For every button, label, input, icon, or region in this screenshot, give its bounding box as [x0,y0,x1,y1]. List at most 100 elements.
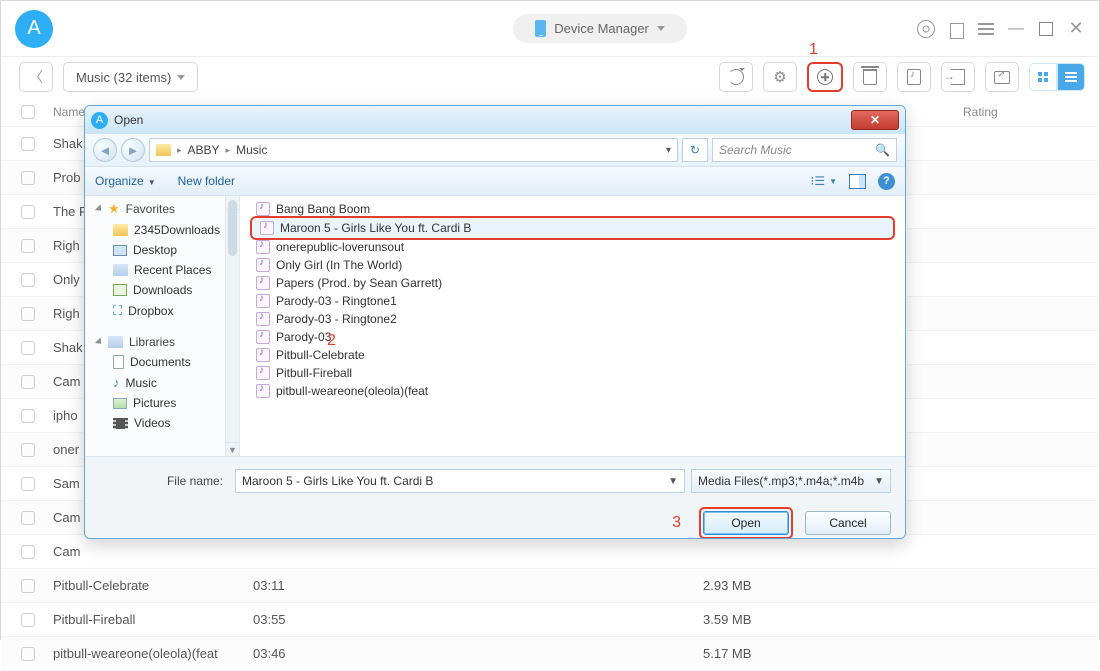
theme-icon[interactable] [947,20,965,38]
file-item[interactable]: Pitbull-Fireball [252,364,893,382]
table-row[interactable]: Pitbull-Celebrate03:112.93 MB [1,569,1099,603]
row-checkbox[interactable] [21,613,35,627]
table-row[interactable]: Cam [1,535,1099,569]
help-button[interactable]: ? [878,173,895,190]
search-input[interactable]: Search Music 🔍 [712,138,897,162]
row-checkbox[interactable] [21,443,35,457]
target-icon[interactable] [917,20,935,38]
export-button[interactable] [941,62,975,92]
delete-button[interactable] [853,62,887,92]
row-checkbox[interactable] [21,137,35,151]
address-refresh-button[interactable]: ↻ [682,138,708,162]
row-checkbox[interactable] [21,545,35,559]
maximize-button[interactable] [1037,20,1055,38]
row-time: 03:55 [253,612,363,627]
settings-button[interactable]: ⚙ [763,62,797,92]
grid-view-button[interactable] [1029,63,1057,91]
row-checkbox[interactable] [21,511,35,525]
file-name: pitbull-weareone(oleola)(feat [276,384,428,398]
sidebar-libraries-header[interactable]: Libraries [85,330,239,352]
organize-menu[interactable]: Organize▼ [95,174,156,188]
dialog-close-button[interactable]: ✕ [851,110,899,130]
menu-icon[interactable] [977,20,995,38]
sidebar-item-dropbox[interactable]: ⛶Dropbox [85,300,239,322]
breadcrumb-separator-icon: ▸ [177,145,182,156]
chevron-down-icon [177,75,185,80]
row-checkbox[interactable] [21,307,35,321]
audio-file-icon [256,330,270,344]
sidebar-scrollbar[interactable]: ▲▼ [225,196,239,456]
file-item[interactable]: Only Girl (In The World) [252,256,893,274]
breadcrumb-label: Music (32 items) [76,70,171,85]
document-icon [113,355,124,369]
open-button[interactable]: Open [703,511,789,535]
file-item[interactable]: Parody-03 - Ringtone2 [252,310,893,328]
back-button[interactable]: 〈 [19,62,53,92]
file-list: Bang Bang Boom Maroon 5 - Girls Like You … [240,196,905,456]
file-item[interactable]: Bang Bang Boom [252,200,893,218]
sidebar-item-2345downloads[interactable]: 2345Downloads [85,220,239,240]
row-checkbox[interactable] [21,375,35,389]
file-name: Papers (Prod. by Sean Garrett) [276,276,442,290]
file-item[interactable]: Papers (Prod. by Sean Garrett) [252,274,893,292]
row-checkbox[interactable] [21,205,35,219]
sidebar-item-music[interactable]: ♪Music [85,372,239,393]
file-item[interactable]: Maroon 5 - Girls Like You ft. Cardi B [252,218,893,238]
row-checkbox[interactable] [21,341,35,355]
device-label: Device Manager [554,21,649,36]
row-checkbox[interactable] [21,171,35,185]
row-checkbox[interactable] [21,273,35,287]
view-mode-button[interactable]: ⁝☰ ▼ [811,174,838,188]
path-seg-2[interactable]: Music [236,143,267,157]
address-dropdown-icon[interactable]: ▾ [666,145,671,156]
table-row[interactable]: Pitbull-Fireball03:553.59 MB [1,603,1099,637]
app-close-button[interactable]: ✕ [1067,20,1085,38]
file-item[interactable]: onerepublic-loverunsout [252,238,893,256]
refresh-icon [728,69,744,85]
filename-dropdown-icon[interactable]: ▼ [668,476,678,487]
music-button[interactable] [897,62,931,92]
sidebar-item-downloads[interactable]: Downloads [85,280,239,300]
sidebar-item-pictures[interactable]: Pictures [85,393,239,413]
path-seg-1[interactable]: ABBY [188,143,220,157]
nav-forward-button[interactable]: ► [121,138,145,162]
file-item[interactable]: Pitbull-Celebrate [252,346,893,364]
minimize-button[interactable]: — [1007,20,1025,38]
nav-back-button[interactable]: ◄ [93,138,117,162]
music-note-icon [907,69,921,85]
breadcrumb-dropdown[interactable]: Music (32 items) [63,62,198,92]
sidebar-favorites-header[interactable]: ★Favorites [85,196,239,220]
file-item[interactable]: Parody-03 - Ringtone1 [252,292,893,310]
row-checkbox[interactable] [21,647,35,661]
refresh-button[interactable] [719,62,753,92]
audio-file-icon [256,312,270,326]
row-checkbox[interactable] [21,409,35,423]
sidebar-item-desktop[interactable]: Desktop [85,240,239,260]
file-item[interactable]: Parody-03 [252,328,893,346]
sidebar-item-documents[interactable]: Documents [85,352,239,372]
col-rating[interactable]: Rating [963,105,1089,119]
file-filter-select[interactable]: Media Files(*.mp3;*.m4a;*.m4b ▼ [691,469,891,493]
sidebar-item-recent-places[interactable]: Recent Places [85,260,239,280]
dialog-title-bar[interactable]: A Open ✕ [85,106,905,134]
row-checkbox[interactable] [21,579,35,593]
row-name: Cam [53,544,253,559]
add-button[interactable] [807,62,843,92]
preview-pane-button[interactable] [849,174,866,189]
row-checkbox[interactable] [21,239,35,253]
filename-input[interactable]: Maroon 5 - Girls Like You ft. Cardi B ▼ [235,469,685,493]
select-all-checkbox[interactable] [21,105,35,119]
row-checkbox[interactable] [21,477,35,491]
file-name: Bang Bang Boom [276,202,370,216]
address-bar[interactable]: ▸ ABBY ▸ Music ▾ [149,138,678,162]
recent-icon [113,264,128,276]
sidebar-item-videos[interactable]: Videos [85,413,239,433]
audio-file-icon [256,384,270,398]
table-row[interactable]: pitbull-weareone(oleola)(feat03:465.17 M… [1,637,1099,671]
send-button[interactable] [985,62,1019,92]
device-manager-dropdown[interactable]: Device Manager [513,14,687,43]
new-folder-button[interactable]: New folder [178,174,235,188]
file-item[interactable]: pitbull-weareone(oleola)(feat [252,382,893,400]
cancel-button[interactable]: Cancel [805,511,891,535]
list-view-button[interactable] [1057,63,1085,91]
